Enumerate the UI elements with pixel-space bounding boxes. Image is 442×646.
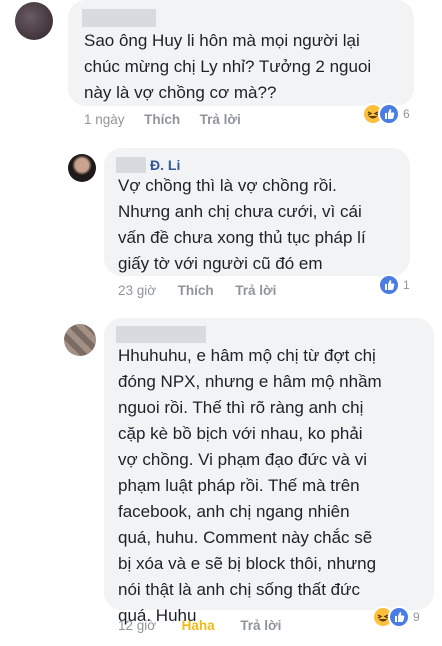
like-icon [378, 274, 400, 296]
comment-text: Sao ông Huy li hôn mà mọi người lại chúc… [84, 31, 372, 102]
reply-button[interactable]: Trả lời [240, 618, 281, 633]
reply-button[interactable]: Trả lời [235, 283, 276, 298]
author-name[interactable] [82, 9, 156, 27]
comment-meta: 23 giờ Thích Trả lời [118, 283, 276, 298]
reply-button[interactable]: Trả lời [200, 112, 241, 127]
haha-button[interactable]: Haha [182, 618, 215, 633]
comment-time[interactable]: 12 giờ [118, 618, 156, 633]
comment-meta: 12 giờ Haha Trả lời [118, 618, 281, 633]
reaction-summary[interactable]: 6 [362, 103, 410, 125]
reaction-summary[interactable]: 1 [378, 274, 410, 296]
comment-text: Vợ chồng thì là vợ chồng rồi. Nhưng anh … [118, 176, 366, 273]
like-icon [378, 103, 400, 125]
comment-text: Hhuhuhu, e hâm mộ chị từ đợt chị đóng NP… [118, 346, 382, 625]
reaction-count: 1 [403, 278, 410, 292]
reaction-count: 6 [403, 107, 410, 121]
comment-time[interactable]: 23 giờ [118, 283, 156, 298]
author-name[interactable]: Đ. Li [150, 157, 180, 173]
reaction-summary[interactable]: 9 [372, 606, 420, 628]
comment-time[interactable]: 1 ngày [84, 112, 125, 127]
avatar[interactable] [68, 154, 96, 182]
author-name-blur [116, 157, 146, 173]
avatar[interactable] [64, 324, 96, 356]
reaction-count: 9 [413, 610, 420, 624]
avatar[interactable] [15, 2, 53, 40]
like-icon [388, 606, 410, 628]
like-button[interactable]: Thích [144, 112, 180, 127]
comment-meta: 1 ngày Thích Trả lời [84, 112, 241, 127]
author-name[interactable] [116, 326, 206, 343]
like-button[interactable]: Thích [178, 283, 214, 298]
